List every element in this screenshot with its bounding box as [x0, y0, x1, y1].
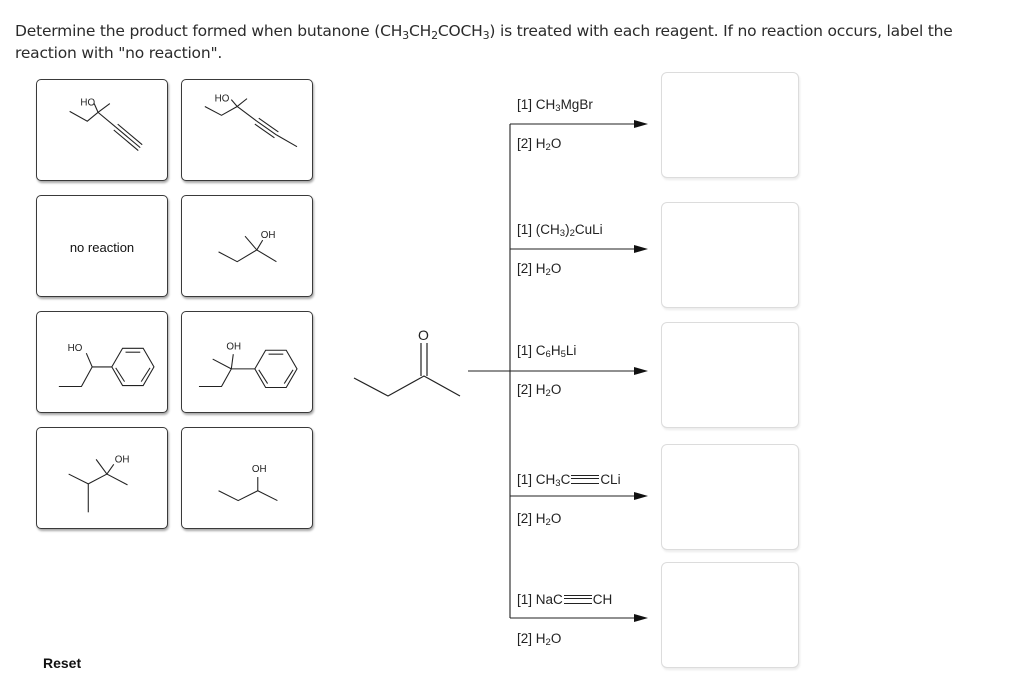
reaction-2-step1: [1] (CH3)2CuLi — [517, 222, 603, 239]
hydroxyl-label: OH — [252, 464, 267, 475]
reaction-3-step1: [1] C6H5Li — [517, 343, 577, 360]
answer-card-2-methylbutan-2-ol[interactable]: OH — [181, 195, 313, 297]
arrowhead-icon — [634, 492, 648, 500]
product-dropzone-3[interactable] — [661, 322, 799, 428]
instructions-text: Determine the product formed when butano… — [15, 20, 1005, 64]
molecule-structure: OH — [218, 230, 277, 263]
hydroxyl-label: HO — [215, 94, 230, 105]
molecule-structure: OH — [68, 454, 130, 513]
reaction-4-step2: [2] H2O — [517, 511, 562, 528]
answer-card-2-3-dimethylbutan-2-ol[interactable]: OH — [36, 427, 168, 529]
product-dropzone-4[interactable] — [661, 444, 799, 550]
instructions-part: CH — [408, 22, 432, 40]
molecule-structure: HO — [204, 94, 298, 148]
hydroxyl-label: OH — [261, 230, 276, 241]
hydroxyl-label: HO — [80, 97, 95, 108]
arrowhead-icon — [634, 367, 648, 375]
molecule-structure: OH — [218, 464, 278, 502]
hydroxyl-label: OH — [226, 341, 241, 352]
arrowhead-icon — [634, 614, 648, 622]
butanone-structure: O — [353, 327, 461, 397]
answer-card-3-methylpent-1-yn-3-ol[interactable]: HO — [36, 79, 168, 181]
hydroxyl-label: OH — [115, 454, 130, 465]
instructions-part: Determine the product formed when butano… — [15, 22, 403, 40]
subscript: 2 — [431, 29, 438, 42]
molecule-structure: OH — [198, 341, 298, 389]
reaction-4-step1: [1] CH3C CLi — [517, 472, 621, 489]
answer-card-1-phenylpropan-1-ol[interactable]: HO — [36, 311, 168, 413]
no-reaction-label: no reaction — [69, 240, 135, 255]
reaction-5-step1: [1] NaC CH — [517, 592, 613, 607]
molecule-structure: HO — [58, 343, 155, 388]
reaction-5-step2: [2] H2O — [517, 631, 562, 648]
arrowhead-icon — [634, 120, 648, 128]
triple-bond-icon — [563, 594, 592, 604]
instructions-part: COCH — [437, 22, 483, 40]
reaction-1-step1: [1] CH3MgBr — [517, 97, 593, 114]
reaction-2-step2: [2] H2O — [517, 261, 562, 278]
reaction-3-step2: [2] H2O — [517, 382, 562, 399]
reaction-1-step2: [2] H2O — [517, 136, 562, 153]
reset-button[interactable]: Reset — [43, 655, 81, 671]
answer-card-no-reaction[interactable]: no reaction — [36, 195, 168, 297]
answer-card-2-phenylbutan-2-ol[interactable]: OH — [181, 311, 313, 413]
product-dropzone-1[interactable] — [661, 72, 799, 178]
subscript: 3 — [402, 29, 409, 42]
arrowhead-icon — [634, 245, 648, 253]
product-dropzone-5[interactable] — [661, 562, 799, 668]
carbonyl-oxygen-label: O — [418, 327, 429, 343]
answer-card-butan-2-ol[interactable]: OH — [181, 427, 313, 529]
product-dropzone-2[interactable] — [661, 202, 799, 308]
hydroxyl-label: HO — [68, 343, 83, 354]
answer-card-3-methylhex-4-yn-3-ol[interactable]: HO — [181, 79, 313, 181]
molecule-structure: HO — [69, 97, 143, 152]
triple-bond-icon — [571, 474, 600, 484]
